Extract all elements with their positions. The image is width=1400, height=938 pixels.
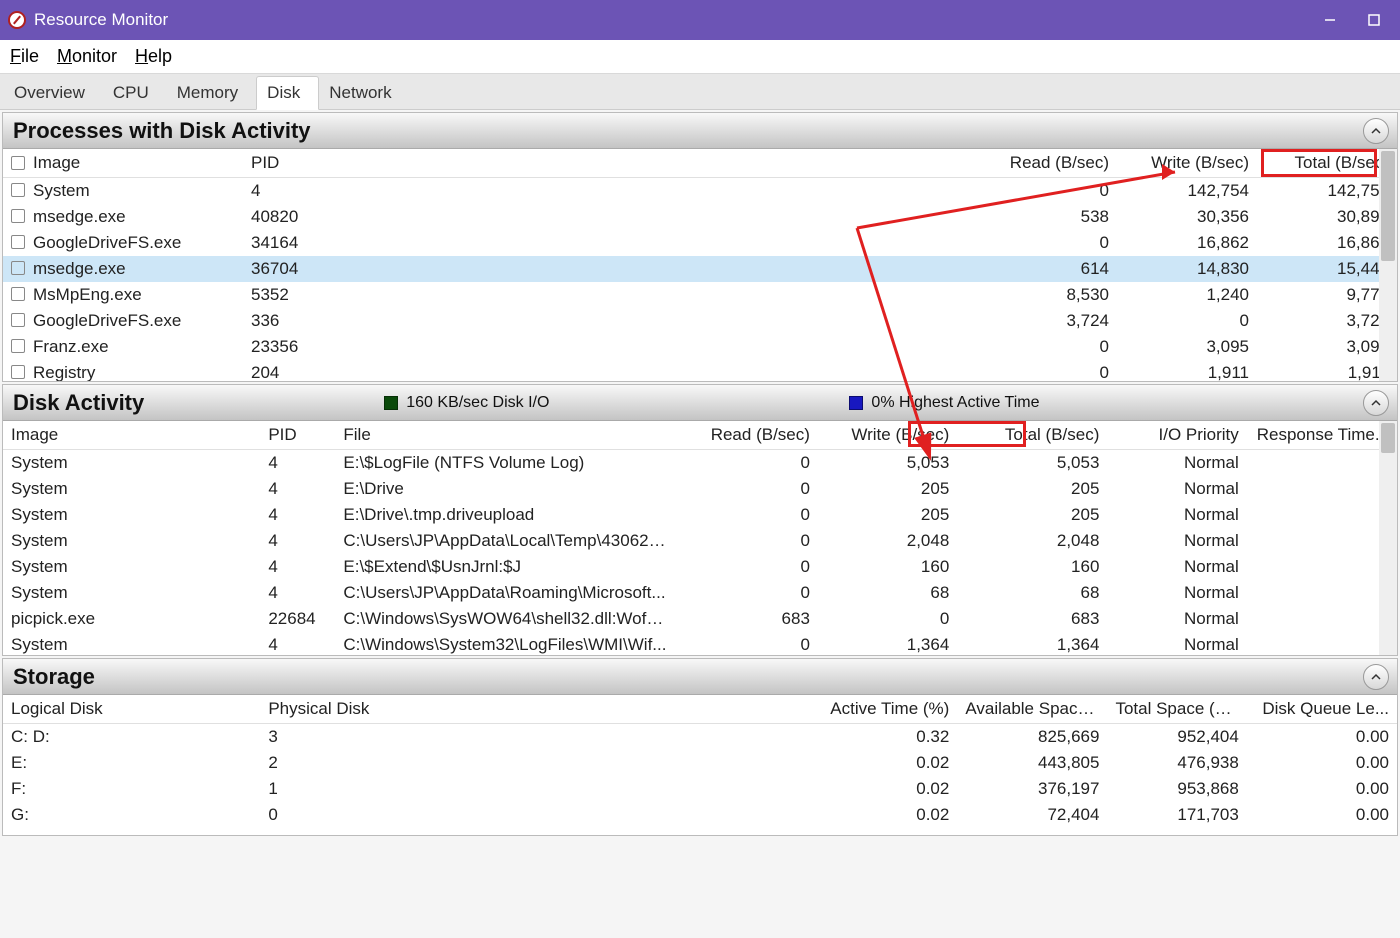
row-checkbox[interactable] [11, 183, 25, 197]
row-checkbox[interactable] [11, 287, 25, 301]
table-row[interactable]: C: D:30.32825,669952,4040.00 [3, 724, 1397, 750]
table-row[interactable]: Franz.exe2335603,0953,095 [3, 334, 1397, 360]
col-write[interactable]: Write (B/sec) [1117, 149, 1257, 178]
section-header-processes[interactable]: Processes with Disk Activity [3, 113, 1397, 149]
section-title: Disk Activity [13, 390, 144, 416]
col-file[interactable]: File [335, 421, 678, 450]
menu-help[interactable]: Help [135, 46, 172, 67]
col-active[interactable]: Active Time (%) [818, 695, 957, 724]
table-row[interactable]: msedge.exe3670461414,83015,444 [3, 256, 1397, 282]
checkbox-all[interactable] [11, 156, 25, 170]
table-row[interactable]: Registry20401,9111,911 [3, 360, 1397, 382]
col-pid[interactable]: PID [243, 149, 323, 178]
col-read[interactable]: Read (B/sec) [977, 149, 1117, 178]
scrollbar[interactable] [1379, 149, 1397, 381]
section-processes: Processes with Disk Activity Image PID R… [2, 112, 1398, 382]
table-row[interactable]: GoogleDriveFS.exe3363,72403,724 [3, 308, 1397, 334]
table-row[interactable]: GoogleDriveFS.exe34164016,86216,862 [3, 230, 1397, 256]
section-storage: Storage Logical Disk Physical Disk Activ… [2, 658, 1398, 836]
collapse-button[interactable] [1363, 118, 1389, 144]
minimize-button[interactable] [1320, 10, 1340, 30]
tab-bar: Overview CPU Memory Disk Network [0, 74, 1400, 110]
activity-table[interactable]: Image PID File Read (B/sec) Write (B/sec… [3, 421, 1397, 655]
table-row[interactable]: MsMpEng.exe53528,5301,2409,770 [3, 282, 1397, 308]
col-pid[interactable]: PID [260, 421, 335, 450]
title-bar: Resource Monitor [0, 0, 1400, 40]
stat-io: 160 KB/sec Disk I/O [406, 394, 549, 412]
col-total[interactable]: Total (B/sec) [957, 421, 1107, 450]
storage-table[interactable]: Logical Disk Physical Disk Active Time (… [3, 695, 1397, 828]
table-row[interactable]: System4E:\Drive\.tmp.driveupload0205205N… [3, 502, 1397, 528]
table-row[interactable]: msedge.exe4082053830,35630,894 [3, 204, 1397, 230]
scrollbar[interactable] [1379, 421, 1397, 655]
tab-network[interactable]: Network [319, 77, 409, 109]
stat-active: 0% Highest Active Time [871, 394, 1039, 412]
row-checkbox[interactable] [11, 365, 25, 379]
activity-time-icon [849, 396, 863, 410]
col-total[interactable]: Total Space (MB) [1107, 695, 1246, 724]
col-logical[interactable]: Logical Disk [3, 695, 260, 724]
col-queue[interactable]: Disk Queue Le... [1247, 695, 1397, 724]
table-row[interactable]: System40142,754142,754 [3, 178, 1397, 204]
tab-cpu[interactable]: CPU [103, 77, 167, 109]
col-image[interactable]: Image [3, 421, 260, 450]
col-image[interactable]: Image [3, 149, 243, 178]
processes-table[interactable]: Image PID Read (B/sec) Write (B/sec) Tot… [3, 149, 1397, 381]
table-row[interactable]: F:10.02376,197953,8680.00 [3, 776, 1397, 802]
activity-io-icon [384, 396, 398, 410]
menu-bar: File Monitor Help [0, 40, 1400, 74]
table-row[interactable]: System4E:\Drive0205205Normal2 [3, 476, 1397, 502]
section-title: Processes with Disk Activity [13, 118, 311, 144]
collapse-button[interactable] [1363, 390, 1389, 416]
col-write[interactable]: Write (B/sec) [818, 421, 957, 450]
table-row[interactable]: System4E:\$Extend\$UsnJrnl:$J0160160Norm… [3, 554, 1397, 580]
table-row[interactable]: G:00.0272,404171,7030.00 [3, 802, 1397, 828]
col-avail[interactable]: Available Space... [957, 695, 1107, 724]
section-header-activity[interactable]: Disk Activity 160 KB/sec Disk I/O 0% Hig… [3, 385, 1397, 421]
section-header-storage[interactable]: Storage [3, 659, 1397, 695]
table-row[interactable]: System4C:\Users\JP\AppData\Roaming\Micro… [3, 580, 1397, 606]
window-title: Resource Monitor [34, 10, 168, 30]
table-row[interactable]: System4E:\$LogFile (NTFS Volume Log)05,0… [3, 450, 1397, 476]
table-row[interactable]: System4C:\Windows\System32\LogFiles\WMI\… [3, 632, 1397, 656]
row-checkbox[interactable] [11, 313, 25, 327]
maximize-button[interactable] [1364, 10, 1384, 30]
tab-disk[interactable]: Disk [256, 76, 319, 110]
collapse-button[interactable] [1363, 664, 1389, 690]
col-response[interactable]: Response Time... [1247, 421, 1397, 450]
table-row[interactable]: System4C:\Users\JP\AppData\Local\Temp\43… [3, 528, 1397, 554]
col-priority[interactable]: I/O Priority [1107, 421, 1246, 450]
col-physical[interactable]: Physical Disk [260, 695, 818, 724]
col-read[interactable]: Read (B/sec) [679, 421, 818, 450]
app-icon [8, 11, 26, 29]
row-checkbox[interactable] [11, 339, 25, 353]
section-disk-activity: Disk Activity 160 KB/sec Disk I/O 0% Hig… [2, 384, 1398, 656]
col-total[interactable]: Total (B/sec) [1257, 149, 1397, 178]
menu-file[interactable]: File [10, 46, 39, 67]
menu-monitor[interactable]: Monitor [57, 46, 117, 67]
tab-overview[interactable]: Overview [4, 77, 103, 109]
table-row[interactable]: E:20.02443,805476,9380.00 [3, 750, 1397, 776]
row-checkbox[interactable] [11, 209, 25, 223]
row-checkbox[interactable] [11, 261, 25, 275]
section-title: Storage [13, 664, 95, 690]
tab-memory[interactable]: Memory [167, 77, 256, 109]
table-row[interactable]: picpick.exe22684C:\Windows\SysWOW64\shel… [3, 606, 1397, 632]
row-checkbox[interactable] [11, 235, 25, 249]
